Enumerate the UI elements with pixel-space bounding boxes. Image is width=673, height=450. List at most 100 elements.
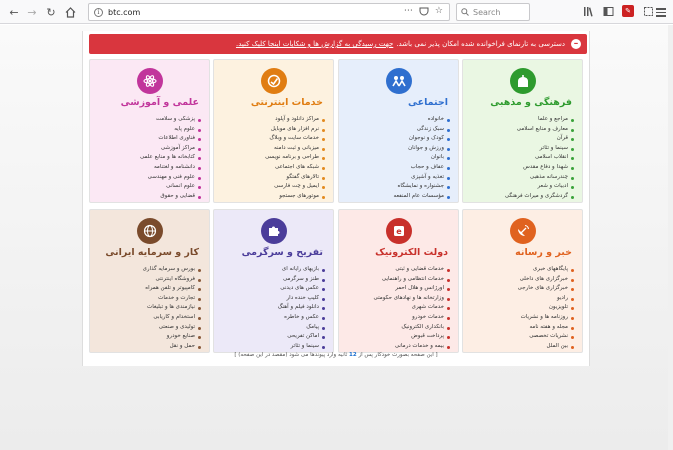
library-icon[interactable] [582,5,594,17]
pocket-icon[interactable] [419,6,429,19]
category-link[interactable]: سبک زندگی [394,125,451,135]
category-link[interactable]: شهدا و دفاع مقدس [505,163,575,173]
category-link[interactable]: تغذیه و آشپزی [394,173,451,183]
atom-icon[interactable] [136,68,163,94]
category-title[interactable]: اجتماعی [408,97,448,108]
category-link[interactable]: عکس های دیدنی [278,284,326,294]
category-link[interactable]: ورزش و جوانان [394,144,451,154]
cloud-service-icon[interactable] [260,68,287,94]
category-link[interactable]: کتابخانه ها و منابع علمی [140,153,202,163]
site-info-icon[interactable]: i [94,7,103,17]
category-link[interactable]: عفاف و حجاب [394,163,451,173]
category-link[interactable]: مجله و هفته نامه [518,323,575,333]
category-link[interactable]: مراکز دانلود و آپلود [265,115,325,125]
category-link[interactable]: میزبانی و ثبت دامنه [265,144,325,154]
category-link[interactable]: روزنامه ها و نشریات [518,313,575,323]
category-link[interactable]: کلیپ خنده دار [278,294,326,304]
category-link[interactable]: حمل و نقل [143,342,202,352]
forward-icon[interactable]: → [24,4,40,20]
people-icon[interactable] [385,68,412,94]
category-link[interactable]: مراکز آموزشی [140,144,202,154]
category-link[interactable]: خبرگزاری های خارجی [518,284,575,294]
category-link[interactable]: خبرگزاری های داخلی [518,275,575,285]
extension-icon[interactable]: ✎ [622,5,634,17]
bookmark-star-icon[interactable]: ☆ [435,6,443,19]
category-link[interactable]: علوم فنی و مهندسی [140,173,202,183]
category-link[interactable]: خدمات خودرو [374,313,450,323]
search-box[interactable]: Search [456,3,530,21]
category-link[interactable]: معارف و منابع اسلامی [505,125,575,135]
category-link[interactable]: صنایع خودرو [143,332,202,342]
category-link[interactable]: بورس و سرمایه گذاری [143,265,202,275]
category-link[interactable]: استخدام و کاریابی [143,313,202,323]
government-icon[interactable]: e [385,218,412,244]
category-title[interactable]: تفریح و سرگرمی [242,247,323,258]
category-link[interactable]: علوم پایه [140,125,202,135]
category-link[interactable]: جشنواره و نمایشگاه [394,182,451,192]
category-link[interactable]: اماکن تفریحی [278,332,326,342]
category-link[interactable]: پرداخت قبوض [374,332,450,342]
category-link[interactable]: وزارتخانه ها و نهادهای حکومتی [374,294,450,304]
category-link[interactable]: مؤسسات عام المنفعه [394,192,451,202]
category-link[interactable]: ایمیل و چت فارسی [265,182,325,192]
screenshot-icon[interactable] [642,5,654,17]
category-link[interactable]: تالارهای گفتگو [265,173,325,183]
category-link[interactable]: خدمات قضایی و ثبتی [374,265,450,275]
category-link[interactable]: سینما و تئاتر [278,342,326,352]
category-link[interactable]: پیامک [278,323,326,333]
category-link[interactable]: تلویزیون [518,303,575,313]
category-link[interactable]: نیازمندی ها و تبلیغات [143,303,202,313]
category-link[interactable]: خانواده [394,115,451,125]
category-link[interactable]: بانکداری الکترونیک [374,323,450,333]
category-link[interactable]: چندرسانه مذهبی [505,173,575,183]
category-title[interactable]: خدمات اینترنتی [251,97,323,108]
category-link[interactable]: تولیدی و صنعتی [143,323,202,333]
page-actions-icon[interactable]: ⋯ [404,6,413,19]
category-link[interactable]: عکس و خاطره [278,313,326,323]
category-link[interactable]: خدمات سایت و وبلاگ [265,134,325,144]
briefcase-globe-icon[interactable] [136,218,163,244]
category-link[interactable]: شبکه های اجتماعی [265,163,325,173]
mosque-icon[interactable] [509,68,536,94]
category-link[interactable]: فناوری اطلاعات [140,134,202,144]
home-icon[interactable] [62,4,78,20]
category-link[interactable]: طراحی و برنامه نویسی [265,153,325,163]
category-link[interactable]: بازیهای رایانه ای [278,265,326,275]
category-link[interactable]: خدمات انتظامی و راهنمایی [374,275,450,285]
category-link[interactable]: فروشگاه اینترنتی [143,275,202,285]
category-link[interactable]: دانشنامه و لغتنامه [140,163,202,173]
category-link[interactable]: ادبیات و شعر [505,182,575,192]
category-title[interactable]: فرهنگی و مذهبی [490,97,572,108]
category-link[interactable]: قضایی و حقوق [140,192,202,202]
page-scrollbar[interactable] [668,25,673,450]
satellite-dish-icon[interactable] [509,218,536,244]
category-link[interactable]: کامپیوتر و تلفن همراه [143,284,202,294]
category-link[interactable]: علوم انسانی [140,182,202,192]
category-link[interactable]: بانوان [394,153,451,163]
category-link[interactable]: طنز و سرگرمی [278,275,326,285]
category-title[interactable]: خبر و رسانه [515,247,572,258]
category-link[interactable]: بین الملل [518,342,575,352]
category-link[interactable]: نشریات تخصصی [518,332,575,342]
category-title[interactable]: دولت الکترونیک [375,247,448,258]
category-link[interactable]: موتورهای جستجو [265,192,325,202]
category-link[interactable]: بیمه و خدمات درمانی [374,342,450,352]
category-link[interactable]: پزشکی و سلامت [140,115,202,125]
category-link[interactable]: گردشگری و میراث فرهنگی [505,192,575,202]
puzzle-icon[interactable] [260,218,287,244]
category-link[interactable]: خدمات شهری [374,303,450,313]
url-bar[interactable]: i btc.com ⋯ ☆ [88,3,450,21]
category-link[interactable]: انقلاب اسلامی [505,153,575,163]
category-link[interactable]: تجارت و خدمات [143,294,202,304]
category-link[interactable]: نرم افزار های موبایل [265,125,325,135]
back-icon[interactable]: ← [6,4,22,20]
category-link[interactable]: رادیو [518,294,575,304]
category-link[interactable]: دانلود فیلم و آهنگ [278,303,326,313]
category-link[interactable]: قرآن [505,134,575,144]
category-link[interactable]: مراجع و علما [505,115,575,125]
category-link[interactable]: کودک و نوجوان [394,134,451,144]
category-link[interactable]: پایگاههای خبری [518,265,575,275]
category-title[interactable]: کار و سرمایه ایرانی [105,247,199,258]
hamburger-menu-icon[interactable] [656,6,668,18]
category-title[interactable]: علمی و آموزشی [121,97,199,108]
